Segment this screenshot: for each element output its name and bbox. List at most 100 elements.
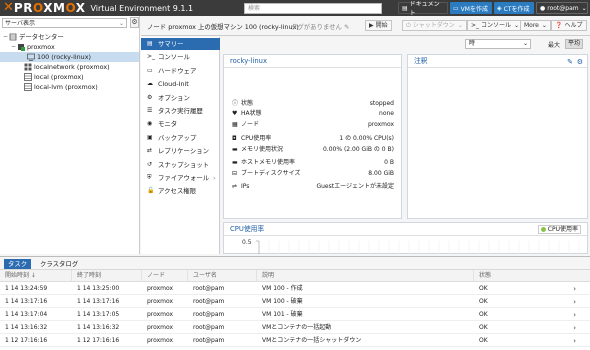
chevron-right-icon[interactable]: ›: [573, 309, 576, 321]
table-row[interactable]: 1 14 13:17:16 1 14 13:17:16 proxmox root@pa…: [0, 296, 590, 308]
chevron-right-icon[interactable]: ›: [573, 283, 576, 295]
cell-start: 1 14 13:17:16: [5, 298, 48, 305]
submenu-label: ファイアウォール: [158, 174, 210, 182]
submenu-item[interactable]: 🔓 アクセス権限: [141, 185, 220, 197]
console-button[interactable]: >_ コンソール ⌄: [467, 20, 524, 31]
submenu-label: オプション: [158, 93, 190, 102]
status-row-value: none: [379, 110, 394, 117]
col-start-time[interactable]: 開始時刻 ↓: [0, 270, 72, 282]
submenu-item[interactable]: ▭ ハードウェア: [141, 65, 220, 77]
chevron-right-icon[interactable]: ›: [573, 322, 576, 334]
start-button[interactable]: ▶ 開始: [365, 20, 392, 31]
tags-label[interactable]: タグがありません ✎: [291, 22, 349, 31]
submenu-item[interactable]: ▣ バックアップ: [141, 132, 220, 144]
table-row[interactable]: 1 14 13:24:59 1 14 13:25:00 proxmox root@pa…: [0, 283, 590, 295]
col-end-time[interactable]: 終了時刻: [72, 270, 142, 282]
cpu-chart-legend[interactable]: CPU使用率: [537, 225, 581, 234]
search-input[interactable]: 検索: [244, 3, 382, 14]
settings-icon[interactable]: ⚙: [577, 58, 583, 66]
max-label[interactable]: 最大: [548, 40, 560, 49]
logo-x-mark: ✕: [3, 0, 14, 15]
chevron-right-icon[interactable]: ›: [573, 335, 576, 347]
cloud-icon: ☁: [147, 80, 153, 88]
more-button[interactable]: More ⌄: [520, 20, 551, 31]
submenu-item[interactable]: ⇄ レプリケーション: [141, 145, 220, 157]
table-row[interactable]: 1 14 13:16:32 1 14 13:16:32 proxmox root@pa…: [0, 322, 590, 334]
status-row-label: ⓘ 状態: [232, 100, 254, 107]
node-icon: [17, 43, 25, 51]
cell-end: 1 14 13:25:00: [77, 285, 120, 292]
network-grid-icon: [24, 63, 32, 71]
cell-start: 1 14 13:16:32: [5, 324, 48, 331]
tree-item-datacenter[interactable]: − データセンター: [3, 32, 64, 42]
submenu-label: Cloud-Init: [158, 80, 189, 89]
view-selector[interactable]: サーバ表示 ⌄: [2, 18, 127, 28]
col-description[interactable]: 説明: [257, 270, 474, 282]
cpu-icon: ◘: [232, 135, 237, 142]
database-icon: [24, 73, 32, 81]
tab-cluster-log[interactable]: クラスタログ: [36, 259, 82, 269]
status-row-value: 8.00 GiB: [368, 170, 394, 177]
resource-tree: サーバ表示 ⌄ ⚙ − データセンター − proxmox 100 (rocky…: [0, 16, 140, 254]
chevron-down-icon: ⌄: [514, 22, 520, 29]
hardware-icon: ▭: [147, 66, 153, 74]
status-row-label: ◘ CPU使用率: [232, 135, 272, 142]
tree-item-storage[interactable]: localnetwork (proxmox): [24, 62, 110, 72]
edit-icon[interactable]: ✎: [567, 58, 573, 66]
documentation-button[interactable]: ▤ ドキュメント: [398, 1, 448, 17]
submenu-label: バックアップ: [158, 133, 197, 142]
submenu-item[interactable]: ◉ モニタ: [141, 118, 220, 130]
heartbeat-icon: ♥: [232, 110, 238, 117]
tree-item-storage[interactable]: local (proxmox): [24, 72, 84, 82]
chevron-right-icon[interactable]: ›: [573, 296, 576, 308]
memory-icon: ▬: [232, 146, 238, 153]
create-ct-button[interactable]: ◈ CTを作成: [494, 2, 534, 14]
chevron-down-icon: ⌄: [581, 4, 587, 12]
submenu-item[interactable]: ▤ サマリー: [141, 38, 220, 50]
shutdown-button[interactable]: ⏻ シャットダウン ⌄: [402, 20, 467, 31]
submenu-label: タスク実行履歴: [158, 107, 203, 115]
submenu-item[interactable]: ⛨ ファイアウォール ›: [141, 172, 220, 184]
average-button[interactable]: 平均: [565, 39, 584, 49]
datacenter-icon: [9, 33, 17, 41]
cell-user: root@pam: [193, 324, 225, 331]
help-button[interactable]: ❓ ヘルプ: [551, 20, 587, 31]
chevron-down-icon: ⌄: [522, 40, 528, 47]
col-status[interactable]: 状態: [474, 270, 590, 282]
tree-item-node[interactable]: − proxmox: [11, 42, 55, 52]
tree-item-vm[interactable]: 100 (rocky-linux): [0, 52, 139, 62]
tab-tasks[interactable]: タスク: [4, 259, 32, 269]
status-row-value: Guestエージェントが未設定: [316, 183, 394, 190]
submenu-item[interactable]: ⚙ オプション: [141, 92, 220, 104]
submenu-item[interactable]: ↺ スナップショット: [141, 159, 220, 171]
help-icon: ❓: [555, 22, 563, 29]
summary-toolbar: 時 ⌄ 最大 平均: [221, 37, 590, 52]
timeframe-select[interactable]: 時 ⌄: [465, 39, 531, 49]
submenu-item[interactable]: ☁ Cloud-Init: [141, 78, 220, 90]
gear-icon[interactable]: ⚙: [130, 17, 139, 28]
cell-desc: VM 100 - 破棄: [262, 298, 303, 305]
unlock-icon: 🔓: [147, 187, 155, 195]
col-node[interactable]: ノード: [142, 270, 188, 282]
table-row[interactable]: 1 12 17:16:16 1 12 17:16:16 proxmox root@pa…: [0, 335, 590, 347]
create-vm-button[interactable]: ▭ VMを作成: [450, 2, 492, 14]
top-bar: ✕ PROXMOX Virtual Environment 9.1.1 検索 ▤…: [0, 0, 590, 17]
network-icon: ⇌: [232, 183, 238, 190]
cell-desc: VMとコンテナの一括起動: [262, 324, 332, 331]
proxmox-logo[interactable]: ✕ PROXMOX Virtual Environment 9.1.1: [3, 0, 193, 16]
status-row-value: proxmox: [367, 121, 394, 128]
chevron-right-icon: ›: [213, 174, 216, 182]
cell-user: root@pam: [193, 298, 225, 305]
col-user[interactable]: ユーザ名: [188, 270, 257, 282]
tree-item-storage[interactable]: local-lvm (proxmox): [24, 82, 98, 92]
status-row-label: ▬ メモリ使用状況: [232, 146, 284, 153]
cell-desc: VM 100 - 作成: [262, 285, 303, 292]
submenu-item[interactable]: ☰ タスク実行履歴: [141, 105, 220, 117]
vm-submenu: ▤ サマリー >_ コンソール ▭ ハードウェア ☁ Cloud-Init ⚙ オプション ☰ タスク…: [141, 37, 220, 254]
submenu-item[interactable]: >_ コンソール: [141, 51, 220, 63]
table-row[interactable]: 1 14 13:17:04 1 14 13:17:05 proxmox root@pa…: [0, 309, 590, 321]
status-row-label: ⇌ IPs: [232, 183, 250, 190]
status-row-label: ⊟ ブートディスクサイズ: [232, 170, 301, 177]
chevron-down-icon: ⌄: [118, 20, 124, 27]
user-menu-button[interactable]: ● root@pam ⌄: [536, 2, 588, 14]
